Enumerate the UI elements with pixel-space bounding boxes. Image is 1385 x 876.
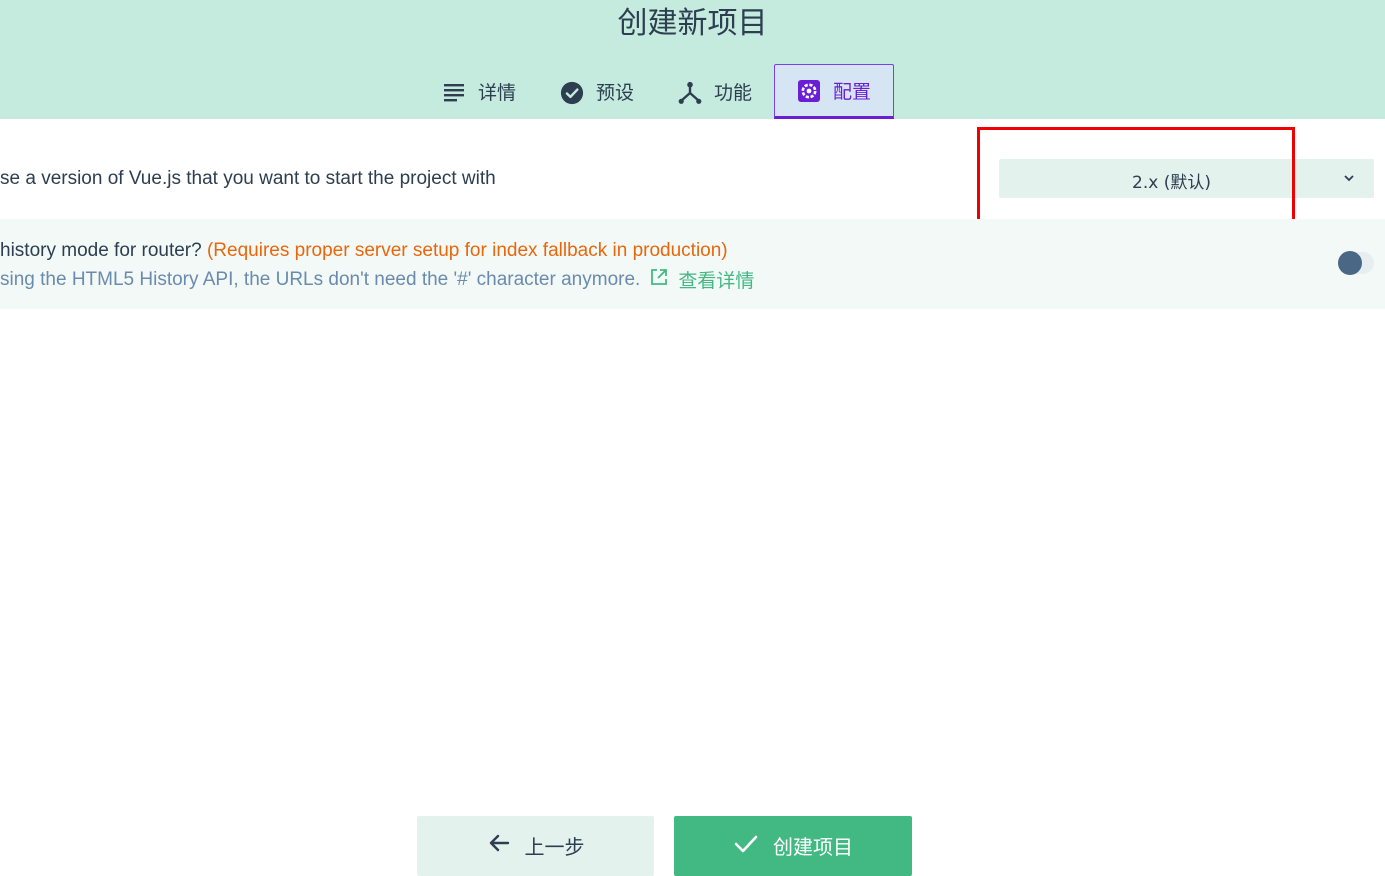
- gear-icon: [797, 79, 821, 103]
- more-info-label: 查看详情: [678, 270, 755, 292]
- previous-step-label: 上一步: [524, 835, 585, 859]
- vue-version-prompt: se a version of Vue.js that you want to …: [0, 168, 496, 189]
- tab-features[interactable]: 功能: [656, 64, 774, 119]
- history-mode-row: history mode for router? (Requires prope…: [0, 219, 1385, 309]
- history-mode-description-line: sing the HTML5 History API, the URLs don…: [0, 266, 754, 293]
- tab-config[interactable]: 配置: [774, 64, 895, 119]
- create-project-label: 创建项目: [773, 835, 853, 859]
- toggle-knob: [1338, 251, 1362, 275]
- check-icon: [733, 831, 759, 860]
- previous-step-button[interactable]: 上一步: [417, 816, 654, 876]
- vue-version-select[interactable]: 2.x (默认): [999, 159, 1374, 198]
- history-mode-question: history mode for router? (Requires prope…: [0, 240, 728, 262]
- header: 创建新项目 详情 预设 功能 配置: [0, 0, 1385, 119]
- history-mode-question-text: history mode for router?: [0, 240, 207, 261]
- tab-bar: 详情 预设 功能 配置: [420, 64, 895, 119]
- create-project-button[interactable]: 创建项目: [674, 816, 912, 876]
- more-info-link[interactable]: 查看详情: [650, 266, 754, 293]
- history-mode-description: sing the HTML5 History API, the URLs don…: [0, 268, 641, 290]
- tab-features-label: 功能: [714, 82, 753, 104]
- check-circle-icon: [560, 80, 584, 104]
- vue-version-value: 2.x (默认): [1132, 173, 1211, 193]
- tab-details[interactable]: 详情: [420, 64, 538, 119]
- tab-config-label: 配置: [833, 81, 872, 103]
- history-mode-warning: (Requires proper server setup for index …: [206, 240, 728, 261]
- history-mode-toggle[interactable]: [1338, 251, 1374, 275]
- tab-details-label: 详情: [478, 82, 517, 104]
- external-link-icon: [650, 268, 668, 291]
- merge-icon: [678, 80, 702, 104]
- chevron-down-icon: [1342, 171, 1356, 185]
- tab-presets[interactable]: 预设: [538, 64, 656, 119]
- list-icon: [442, 80, 466, 104]
- page-title: 创建新项目: [617, 6, 768, 41]
- vue-version-row: se a version of Vue.js that you want to …: [0, 119, 1385, 218]
- arrow-left-icon: [487, 831, 511, 860]
- tab-presets-label: 预设: [596, 82, 635, 104]
